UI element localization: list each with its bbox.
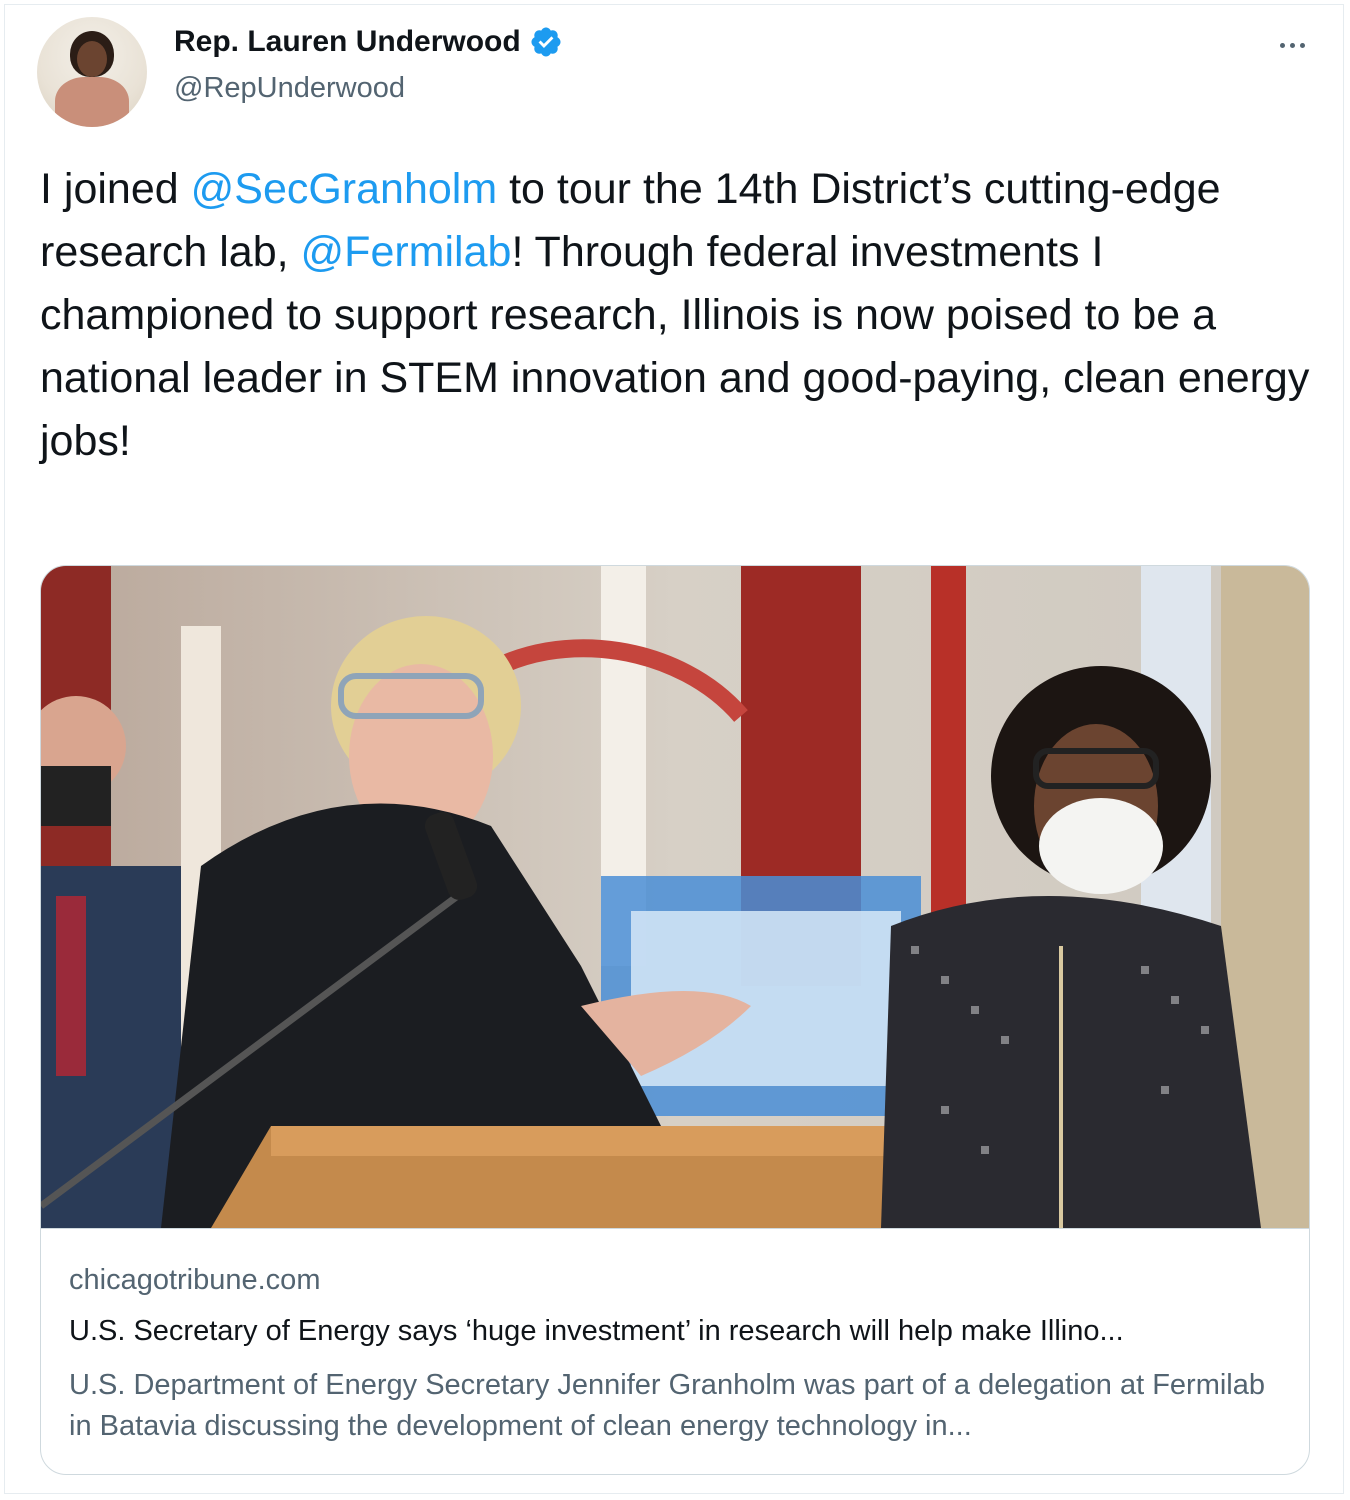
avatar-shoulders [55, 77, 129, 127]
article-photo[interactable] [41, 566, 1310, 1228]
profile-avatar[interactable] [37, 17, 147, 127]
verified-badge-icon [531, 27, 561, 57]
more-options-icon[interactable] [1268, 30, 1316, 60]
author-handle[interactable]: @RepUnderwood [174, 72, 405, 105]
link-preview-card[interactable]: chicagotribune.com U.S. Secretary of Ene… [40, 565, 1310, 1475]
avatar-face [77, 41, 107, 77]
mention-fermilab[interactable]: @Fermilab [301, 228, 512, 276]
link-domain: chicagotribune.com [69, 1264, 321, 1296]
tweet-text: I joined @SecGranholm to tour the 14th D… [40, 158, 1315, 473]
more-dot [1279, 42, 1285, 48]
mention-secgranholm[interactable]: @SecGranholm [191, 165, 498, 213]
more-dot [1299, 42, 1305, 48]
tweet-text-part: I joined [40, 165, 191, 213]
author-name[interactable]: Rep. Lauren Underwood [174, 25, 521, 59]
link-headline: U.S. Secretary of Energy says ‘huge inve… [69, 1315, 1124, 1347]
link-card-meta[interactable]: chicagotribune.com U.S. Secretary of Ene… [41, 1228, 1309, 1474]
link-description: U.S. Department of Energy Secretary Jenn… [69, 1369, 1266, 1442]
more-dot [1289, 42, 1295, 48]
author-name-row[interactable]: Rep. Lauren Underwood [174, 25, 563, 59]
